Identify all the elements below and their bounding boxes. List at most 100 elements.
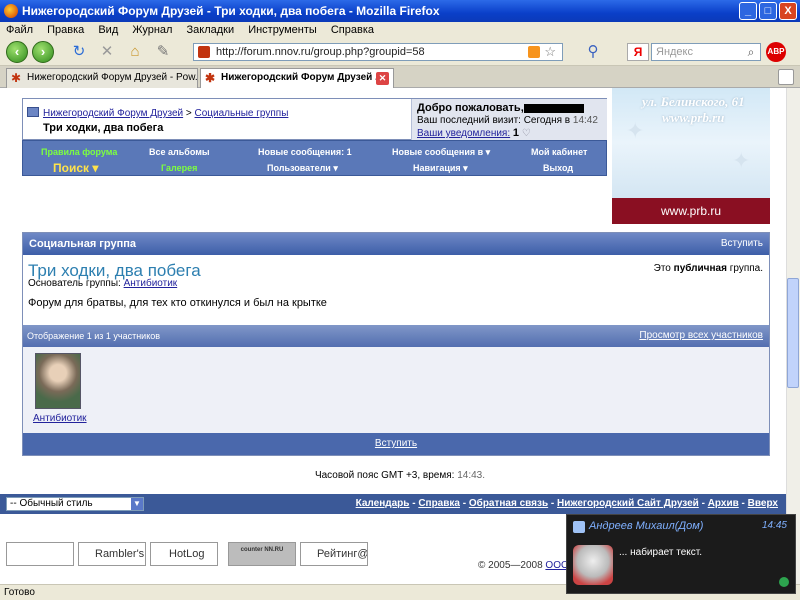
menu-bar: Файл Правка Вид Журнал Закладки Инструме… — [0, 22, 800, 38]
join-link-bottom[interactable]: Вступить — [375, 438, 417, 449]
group-footer: Вступить — [23, 433, 769, 455]
footer-sep: - — [459, 498, 469, 509]
breadcrumb: Нижегородский Форум Друзей > Социальные … — [22, 98, 607, 141]
nav-new-posts-menu[interactable]: Новые сообщения в ▾ — [392, 147, 490, 158]
advertisement-banner[interactable]: ✦ ✦ ул. Белинского, 61 www.prb.ru www.pr… — [612, 88, 770, 224]
menu-file[interactable]: Файл — [6, 24, 33, 36]
tab-forum-active[interactable]: ✱ Нижегородский Форум Друзей ... ✕ — [200, 68, 394, 88]
footer-archive[interactable]: Архив — [708, 498, 739, 509]
chevron-down-icon[interactable]: ▼ — [131, 498, 143, 510]
vertical-scrollbar[interactable] — [786, 88, 800, 584]
tab-favicon: ✱ — [205, 71, 216, 85]
view-all-members-link[interactable]: Просмотр всех участников — [639, 325, 763, 347]
menu-history[interactable]: Журнал — [132, 24, 172, 36]
footer-bar: -- Обычный стиль ▼ Календарь - Справка -… — [0, 494, 786, 514]
menu-edit[interactable]: Правка — [47, 24, 84, 36]
reload-icon[interactable]: ↻ — [70, 43, 88, 61]
footer-top[interactable]: Вверх — [748, 498, 778, 509]
nav-search[interactable]: Поиск ▾ — [53, 161, 98, 175]
tab-close-icon[interactable]: ✕ — [376, 72, 389, 85]
member-avatar[interactable] — [35, 353, 81, 409]
members-bar: Отображение 1 из 1 участников Просмотр в… — [23, 325, 769, 347]
footer-help[interactable]: Справка — [418, 498, 460, 509]
nav-new-posts[interactable]: Новые сообщения: 1 — [258, 147, 352, 157]
last-visit-time: 14:42 — [572, 115, 598, 126]
tab-list-button[interactable] — [778, 69, 794, 85]
stop-icon[interactable]: ✕ — [98, 43, 116, 61]
tab-label: Нижегородский Форум Друзей - Pow... — [27, 72, 198, 83]
style-select[interactable]: -- Обычный стиль ▼ — [6, 497, 144, 511]
menu-tools[interactable]: Инструменты — [248, 24, 317, 36]
maximize-button[interactable]: □ — [759, 2, 777, 20]
ad-site: www.prb.ru — [662, 110, 725, 125]
founder-label: Основатель группы: — [28, 278, 121, 289]
tab-forum-pow[interactable]: ✱ Нижегородский Форум Друзей - Pow... — [6, 68, 198, 88]
yandex-engine-icon[interactable]: Я — [627, 43, 649, 61]
footer-sep: - — [698, 498, 708, 509]
back-button[interactable]: ‹ — [6, 41, 28, 63]
menu-bookmarks[interactable]: Закладки — [187, 24, 235, 36]
bookmark-star-icon[interactable]: ☆ — [544, 44, 556, 60]
close-button[interactable]: X — [779, 2, 797, 20]
footer-sep: - — [409, 498, 419, 509]
url-bar[interactable]: http://forum.nnov.ru/group.php?groupid=5… — [193, 43, 563, 61]
nav-logout[interactable]: Выход — [543, 163, 573, 173]
site-icon — [198, 46, 210, 58]
timezone-line: Часовой пояс GMT +3, время: 14:43. — [0, 470, 800, 481]
counter-hotlog[interactable]: HotLog — [150, 542, 218, 566]
public-word: публичная — [673, 263, 727, 274]
tree-icon: ✦ — [626, 118, 645, 143]
group-visibility: Это публичная группа. — [654, 263, 763, 274]
adblock-icon[interactable]: ABP — [766, 42, 786, 62]
members-area: Антибиотик — [23, 347, 769, 433]
breadcrumb-separator: > — [185, 108, 192, 119]
nav-users[interactable]: Пользователи ▾ — [267, 163, 338, 174]
join-link-top[interactable]: Вступить — [721, 233, 763, 255]
group-founder: Основатель группы: Антибиотик — [28, 278, 177, 289]
nav-gallery[interactable]: Галерея — [161, 163, 197, 173]
menu-view[interactable]: Вид — [98, 24, 118, 36]
heart-icon: ♡ — [521, 128, 531, 139]
tab-favicon: ✱ — [11, 71, 22, 85]
counter-rating[interactable]: Рейтинг@ — [300, 542, 368, 566]
binoculars-icon[interactable]: ⚲ — [584, 43, 602, 61]
group-header-title: Социальная группа — [29, 238, 136, 250]
nav-rules[interactable]: Правила форума — [41, 147, 117, 157]
notification-message: ... набирает текст. — [619, 547, 702, 558]
nav-albums[interactable]: Все альбомы — [149, 147, 210, 157]
footer-site[interactable]: Нижегородский Сайт Друзей — [557, 498, 699, 509]
nav-navigation[interactable]: Навигация ▾ — [413, 163, 468, 174]
notification-sender: Андреев Михаил(Дом) — [589, 520, 704, 532]
home-icon[interactable]: ⌂ — [126, 43, 144, 61]
counter-rambler[interactable]: Rambler's Top100 — [78, 542, 146, 566]
breadcrumb-home-link[interactable]: Нижегородский Форум Друзей — [43, 108, 183, 119]
founder-link[interactable]: Антибиотик — [124, 278, 178, 289]
footer-calendar[interactable]: Календарь — [356, 498, 410, 509]
rss-icon[interactable] — [528, 46, 540, 58]
scrollbar-thumb[interactable] — [787, 278, 799, 388]
im-notification[interactable]: Андреев Михаил(Дом) 14:45 ... набирает т… — [566, 514, 796, 594]
minimize-button[interactable]: _ — [739, 2, 757, 20]
copyright-text: © 2005—2008 — [478, 560, 543, 571]
forward-button[interactable]: › — [32, 41, 54, 63]
menu-help[interactable]: Справка — [331, 24, 374, 36]
url-text: http://forum.nnov.ru/group.php?groupid=5… — [216, 46, 425, 58]
notifications-link[interactable]: Ваши уведомления: — [417, 128, 510, 139]
footer-sep: - — [738, 498, 748, 509]
member-name-link[interactable]: Антибиотик — [33, 413, 87, 424]
style-select-value: -- Обычный стиль — [10, 498, 93, 509]
tools-icon[interactable]: ✎ — [154, 43, 172, 61]
welcome-title: Добро пожаловать, — [417, 102, 524, 114]
tab-label: Нижегородский Форум Друзей ... — [221, 72, 384, 83]
search-icon[interactable]: ⌕ — [742, 43, 760, 61]
breadcrumb-groups-link[interactable]: Социальные группы — [195, 108, 289, 119]
folder-icon — [27, 107, 39, 117]
group-header: Социальная группа Вступить — [23, 233, 769, 255]
counter-nnru[interactable]: counter NN.RU — [228, 542, 296, 566]
username-redacted — [523, 103, 584, 113]
public-suffix: группа. — [729, 263, 763, 274]
footer-sep: - — [548, 498, 558, 509]
counter-1[interactable] — [6, 542, 74, 566]
footer-feedback[interactable]: Обратная связь — [469, 498, 548, 509]
nav-cabinet[interactable]: Мой кабинет — [531, 147, 587, 157]
